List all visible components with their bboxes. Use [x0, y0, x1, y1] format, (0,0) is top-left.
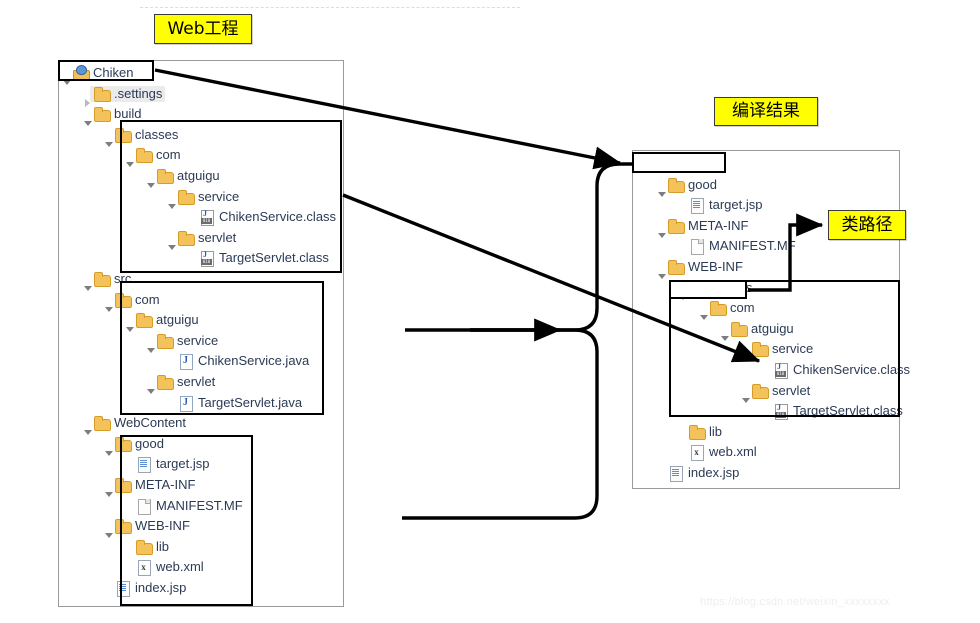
- tree-row-label: web.xml: [709, 444, 757, 460]
- tree-row-content: WebContent: [93, 415, 187, 432]
- folder-icon: [667, 218, 685, 234]
- tree-row-label: META-INF: [688, 217, 749, 233]
- tree-row-label: .settings: [114, 85, 163, 101]
- highlight-box-classes-label: [669, 280, 747, 299]
- doc-file-icon: [688, 238, 706, 256]
- tree-row-content: MANIFEST.MF: [688, 238, 796, 256]
- tree-row-label: MANIFEST.MF: [709, 238, 796, 254]
- tree-row-content: x web.xml: [688, 444, 757, 462]
- tree-row[interactable]: WebContent: [82, 413, 187, 436]
- tree-row[interactable]: x web.xml: [677, 442, 757, 462]
- folder-icon: [93, 415, 111, 432]
- tree-row[interactable]: target.jsp: [677, 195, 762, 215]
- diagram-canvas: Chiken .settings build classes com atguigu ser…: [0, 0, 980, 623]
- tree-row-label: index.jsp: [688, 465, 740, 480]
- tree-row-label: good: [688, 176, 717, 192]
- highlight-box-build-classes: [120, 120, 342, 273]
- callout-compile-result: 编译结果: [714, 97, 818, 126]
- tree-row-content: .settings: [90, 85, 166, 102]
- jsp-file-icon: [667, 465, 685, 482]
- callout-web-project: Web工程: [154, 14, 252, 44]
- tree-row[interactable]: good: [656, 175, 717, 197]
- xml-file-icon: x: [688, 444, 706, 462]
- tree-row[interactable]: lib: [677, 422, 722, 442]
- highlight-box-src-com: [120, 281, 324, 415]
- folder-icon: [93, 86, 111, 102]
- folder-icon: [93, 271, 111, 287]
- tree-row[interactable]: WEB-INF: [656, 257, 743, 279]
- tree-row-content: good: [667, 177, 717, 193]
- highlight-box-output-root: [632, 152, 726, 173]
- tree-row-label: WEB-INF: [688, 259, 743, 274]
- tree-row-content: index.jsp: [667, 465, 740, 482]
- tree-row-content: lib: [688, 424, 722, 440]
- tree-row[interactable]: index.jsp: [656, 463, 739, 483]
- folder-icon: [667, 177, 685, 193]
- jsp-file-icon: [688, 197, 706, 215]
- highlight-box-project-root: [58, 60, 154, 81]
- tree-row[interactable]: .settings: [82, 84, 166, 107]
- connector-output-body-to-root: [470, 162, 636, 332]
- top-divider-line: [140, 7, 520, 8]
- tree-row-content: META-INF: [667, 218, 748, 234]
- highlight-box-webinf-classes: [669, 280, 900, 417]
- watermark-text: https://blog.csdn.net/weixin_xxxxxxxx: [700, 596, 890, 608]
- connector-webcontent-to-output: [402, 328, 599, 520]
- tree-row-label: lib: [709, 423, 723, 439]
- tree-row[interactable]: META-INF: [656, 216, 748, 238]
- tree-row-label: WebContent: [114, 415, 187, 431]
- folder-icon: [688, 424, 706, 440]
- folder-icon: [93, 106, 111, 123]
- callout-classpath: 类路径: [828, 210, 906, 240]
- highlight-box-webcontent: [120, 435, 253, 606]
- tree-row[interactable]: MANIFEST.MF: [677, 236, 796, 256]
- folder-icon: [667, 259, 685, 275]
- tree-row-label: target.jsp: [709, 197, 763, 213]
- tree-row-content: WEB-INF: [667, 259, 743, 275]
- tree-row-content: target.jsp: [688, 197, 763, 215]
